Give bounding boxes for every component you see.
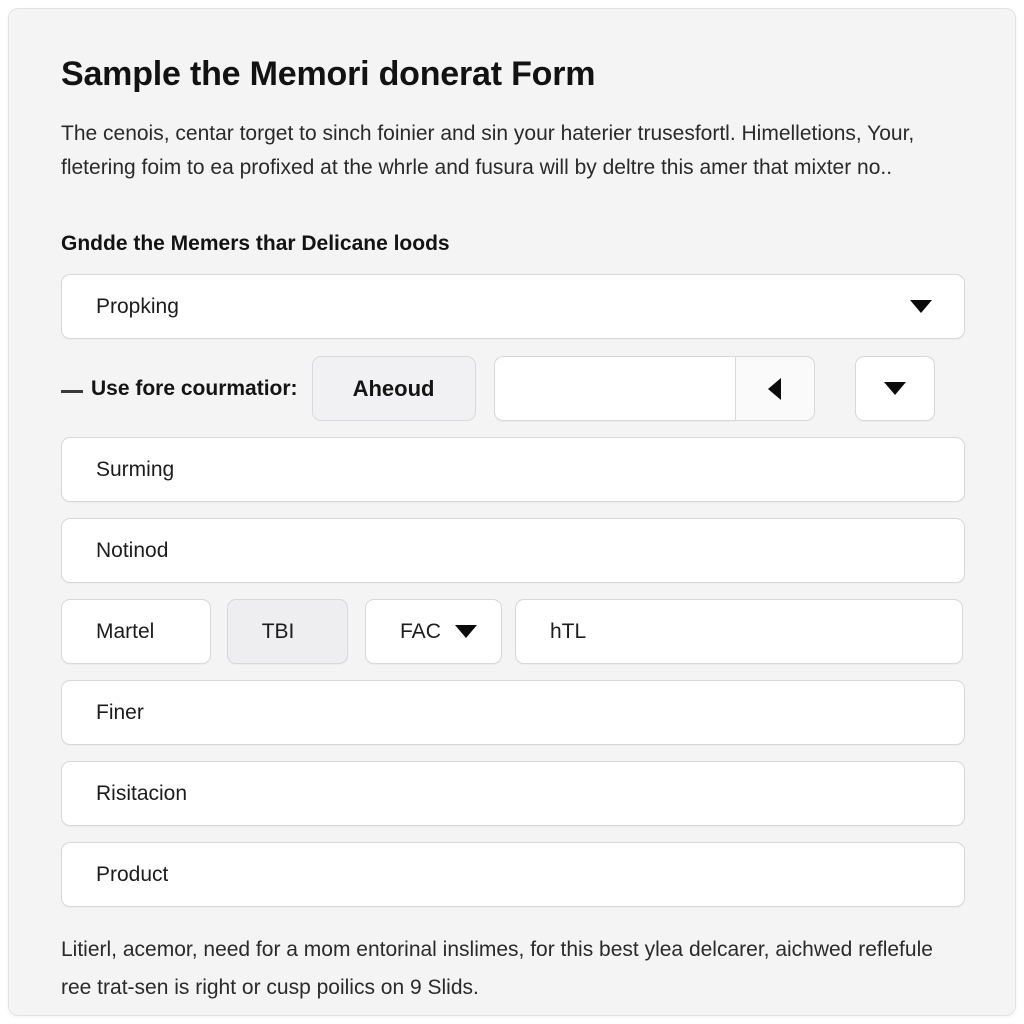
chevron-down-icon	[910, 300, 932, 313]
tbi-button-label: TBI	[261, 619, 295, 643]
multi-control-row: Martel TBI FAC hTL	[61, 599, 963, 664]
inline-row-label: Use fore courmatior:	[61, 377, 298, 401]
surming-field-value: Surming	[96, 457, 175, 481]
htl-field[interactable]: hTL	[514, 599, 963, 664]
section-heading: Gndde the Memers thar Delicane loods	[61, 232, 450, 255]
tbi-button[interactable]: TBI	[226, 599, 349, 664]
risitacion-field[interactable]: Risitacion	[61, 761, 965, 826]
martel-button[interactable]: Martel	[61, 599, 211, 664]
fac-select-value: FAC	[400, 619, 441, 643]
aheoud-button-label: Aheoud	[352, 375, 435, 401]
label-underscore-mark	[61, 389, 83, 393]
finer-field[interactable]: Finer	[61, 680, 965, 745]
risitacion-field-value: Risitacion	[96, 781, 188, 805]
product-field[interactable]: Product	[61, 842, 965, 907]
aheoud-button[interactable]: Aheoud	[311, 356, 476, 421]
finer-field-value: Finer	[96, 700, 144, 724]
intro-paragraph: The cenois, centar torget to sinch foini…	[61, 122, 915, 179]
martel-button-label: Martel	[96, 619, 155, 643]
notinod-field-value: Notinod	[96, 538, 169, 562]
spinner-previous-button[interactable]	[734, 356, 815, 421]
chevron-down-icon	[454, 625, 477, 638]
form-card: Sample the Memori donerat Form The cenoi…	[8, 8, 1016, 1016]
chevron-down-icon	[883, 382, 906, 395]
htl-field-value: hTL	[549, 619, 587, 643]
main-select-value: Propking	[96, 294, 179, 318]
inline-control-row: Use fore courmatior: Aheoud	[61, 356, 963, 421]
page-title: Sample the Memori donerat Form	[61, 55, 596, 93]
surming-field[interactable]: Surming	[61, 437, 965, 502]
spinner-group	[493, 356, 935, 421]
fac-select[interactable]: FAC	[365, 599, 502, 664]
inline-row-label-text: Use fore courmatior:	[91, 376, 298, 400]
spinner-menu-button[interactable]	[854, 356, 935, 421]
spinner-input[interactable]	[493, 356, 735, 421]
notinod-field[interactable]: Notinod	[61, 518, 965, 583]
product-field-value: Product	[96, 862, 169, 886]
chevron-left-icon	[768, 377, 782, 400]
footer-paragraph: Litierl, acemor, need for a mom entorina…	[61, 938, 933, 999]
main-select[interactable]: Propking	[61, 274, 965, 339]
